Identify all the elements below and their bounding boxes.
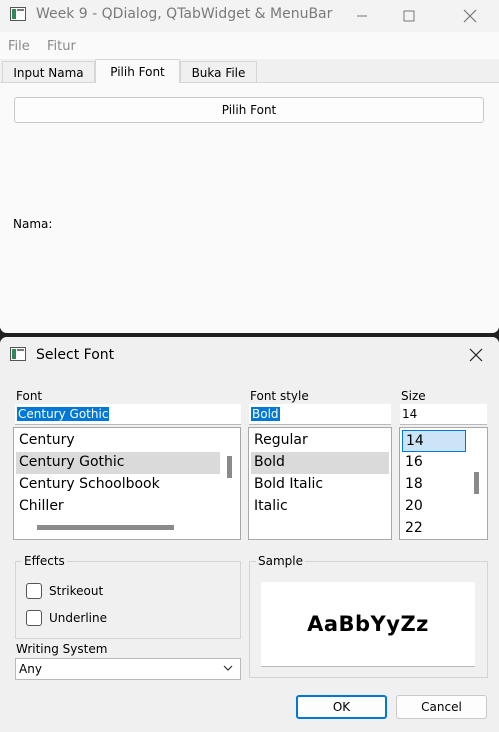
writing-system-label: Writing System	[16, 642, 108, 656]
font-list[interactable]: Century Century Gothic Century Schoolboo…	[13, 427, 241, 540]
font-list-vscrollbar[interactable]	[227, 456, 232, 478]
underline-checkbox[interactable]	[26, 610, 42, 626]
sample-text: AaBbYyZz	[307, 612, 429, 636]
sample-preview: AaBbYyZz	[261, 582, 475, 667]
size-input[interactable]: 14	[400, 404, 487, 425]
maximize-icon	[403, 10, 415, 22]
menu-bar: File Fitur	[0, 32, 499, 59]
strikeout-label: Strikeout	[49, 584, 104, 598]
font-label: Font	[16, 389, 43, 403]
menu-fitur[interactable]: Fitur	[47, 39, 76, 54]
font-list-item[interactable]: Century Schoolbook	[16, 474, 220, 496]
dialog-title-bar[interactable]: Select Font	[0, 337, 499, 373]
strikeout-checkbox[interactable]	[26, 583, 42, 599]
style-list-item[interactable]: Italic	[251, 496, 389, 518]
cancel-button[interactable]: Cancel	[396, 695, 487, 719]
title-bar[interactable]: Week 9 - QDialog, QTabWidget & MenuBar	[0, 0, 499, 32]
dialog-close-button[interactable]	[453, 337, 499, 373]
tab-buka-file[interactable]: Buka File	[180, 61, 257, 83]
dialog-title: Select Font	[36, 347, 115, 363]
font-style-list[interactable]: Regular Bold Bold Italic Italic	[248, 427, 392, 540]
effects-title: Effects	[22, 554, 67, 568]
size-list[interactable]: 14 16 18 20 22	[399, 427, 488, 540]
font-name-input[interactable]: Century Gothic	[15, 404, 241, 425]
tab-pilih-font[interactable]: Pilih Font	[95, 59, 180, 83]
font-list-hscrollbar[interactable]	[37, 525, 174, 530]
tab-input-nama[interactable]: Input Nama	[2, 61, 95, 83]
tab-bar: Input Nama Pilih Font Buka File	[0, 59, 499, 83]
select-font-dialog: Select Font Font Century Gothic Century …	[0, 337, 499, 732]
font-list-item[interactable]: Century	[16, 430, 220, 452]
close-icon	[469, 348, 483, 362]
menu-file[interactable]: File	[8, 39, 30, 54]
style-list-item[interactable]: Bold	[251, 452, 389, 474]
chevron-down-icon	[223, 665, 233, 671]
style-list-item[interactable]: Bold Italic	[251, 474, 389, 496]
font-list-item[interactable]: Chiller	[16, 496, 220, 518]
size-list-item[interactable]: 14	[402, 430, 466, 452]
font-list-item[interactable]: Century Gothic	[16, 452, 220, 474]
tab-panel: Pilih Font Nama:	[0, 82, 499, 333]
dialog-app-icon	[10, 347, 26, 361]
close-icon	[463, 9, 477, 23]
app-icon	[10, 7, 26, 21]
ok-button[interactable]: OK	[296, 695, 387, 719]
window-title: Week 9 - QDialog, QTabWidget & MenuBar	[36, 6, 333, 22]
size-list-vscrollbar[interactable]	[474, 472, 479, 494]
pilih-font-button[interactable]: Pilih Font	[14, 97, 484, 123]
size-list-item[interactable]: 18	[402, 474, 466, 496]
nama-label: Nama:	[13, 217, 53, 231]
writing-system-value: Any	[19, 662, 42, 676]
font-name-value: Century Gothic	[17, 407, 110, 421]
font-style-value: Bold	[251, 407, 280, 421]
style-list-item[interactable]: Regular	[251, 430, 389, 452]
maximize-button[interactable]	[386, 0, 432, 32]
sample-title: Sample	[256, 554, 305, 568]
underline-label: Underline	[49, 611, 107, 625]
size-list-item[interactable]: 16	[402, 452, 466, 474]
effects-group	[15, 561, 241, 639]
size-label: Size	[401, 389, 426, 403]
strikeout-option[interactable]: Strikeout	[26, 582, 103, 600]
size-list-item[interactable]: 22	[402, 518, 466, 539]
underline-option[interactable]: Underline	[26, 609, 107, 627]
minimize-button[interactable]	[339, 0, 385, 32]
main-window: Week 9 - QDialog, QTabWidget & MenuBar F…	[0, 0, 499, 333]
font-style-label: Font style	[250, 389, 309, 403]
writing-system-combo[interactable]: Any	[15, 658, 241, 680]
close-button[interactable]	[447, 0, 493, 32]
font-style-input[interactable]: Bold	[249, 404, 391, 425]
minimize-icon	[357, 15, 367, 17]
size-list-item[interactable]: 20	[402, 496, 466, 518]
